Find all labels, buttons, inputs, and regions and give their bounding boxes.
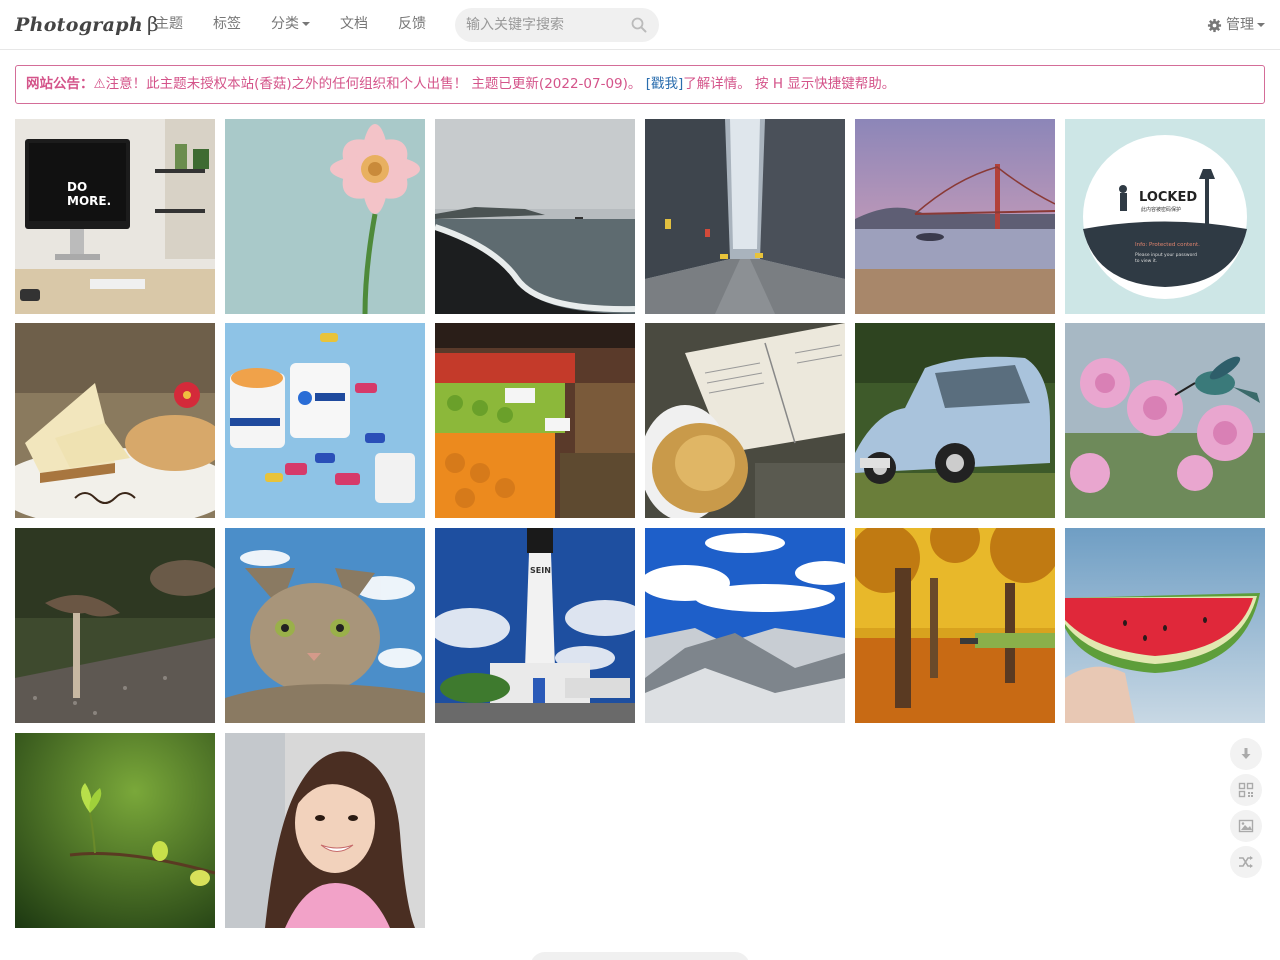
gear-icon xyxy=(1207,18,1222,32)
photo-lighthouse: SEIN xyxy=(435,528,635,723)
chevron-down-icon xyxy=(302,22,310,26)
pagination-loader[interactable] xyxy=(530,952,750,960)
photo-tile-watermelon[interactable] xyxy=(1065,528,1265,723)
photo-tile-desk-workspace[interactable]: DO MORE. xyxy=(15,119,215,314)
nav-item-docs[interactable]: 文档 xyxy=(325,0,383,50)
photo-cat xyxy=(225,528,425,723)
photo-mushroom xyxy=(15,528,215,723)
photo-snowy-mountains xyxy=(645,528,845,723)
svg-text:DO: DO xyxy=(67,180,87,194)
photo-tile-pink-gerbera[interactable] xyxy=(225,119,425,314)
locked-subtitle: 此内容被密码保护 xyxy=(1141,206,1181,213)
locked-hint-1: Please input your password xyxy=(1135,252,1197,258)
main-nav: 主题 标签 分类 文档 反馈 xyxy=(140,0,441,50)
admin-menu[interactable]: 管理 xyxy=(1207,0,1265,50)
search-icon[interactable] xyxy=(630,16,648,34)
photo-open-book-bread xyxy=(645,323,845,518)
search-input[interactable] xyxy=(455,8,625,42)
photo-igashop-mugs xyxy=(225,323,425,518)
chevron-down-icon xyxy=(1257,23,1265,27)
photo-fruit-market xyxy=(435,323,635,518)
photo-tile-cheesecake[interactable] xyxy=(15,323,215,518)
admin-label: 管理 xyxy=(1226,17,1254,33)
photo-locked-post: LOCKED 此内容被密码保护 Info: Protected content.… xyxy=(1065,119,1265,314)
nav-item-tags[interactable]: 标签 xyxy=(198,0,256,50)
image-button[interactable] xyxy=(1230,810,1262,842)
photo-hummingbird-flowers xyxy=(1065,323,1265,518)
photo-desk-workspace: DO MORE. xyxy=(15,119,215,314)
photo-tile-lighthouse[interactable]: SEIN xyxy=(435,528,635,723)
locked-hint-2: to view it. xyxy=(1135,258,1157,264)
locked-info: Info: Protected content. xyxy=(1135,242,1200,248)
download-button[interactable] xyxy=(1230,738,1262,770)
nav-label: 分类 xyxy=(271,16,299,32)
announcement-prefix: 网站公告： xyxy=(26,76,94,92)
photo-tile-vintage-car[interactable] xyxy=(855,323,1055,518)
photo-tile-mushroom[interactable] xyxy=(15,528,215,723)
photo-smiling-girl xyxy=(225,733,425,928)
locked-title: LOCKED xyxy=(1139,190,1197,205)
nav-item-categories[interactable]: 分类 xyxy=(256,0,325,50)
qrcode-icon xyxy=(1238,782,1254,798)
search-box xyxy=(455,8,659,42)
nav-label: 主题 xyxy=(155,16,183,32)
download-icon xyxy=(1241,748,1251,759)
photo-green-sprout xyxy=(15,733,215,928)
photo-tile-black-sand-beach[interactable] xyxy=(435,119,635,314)
photo-tile-hummingbird-flowers[interactable] xyxy=(1065,323,1265,518)
photo-vintage-car xyxy=(855,323,1055,518)
announcement-text: ⚠注意！此主题未授权本站(香菇)之外的任何组织和个人出售！ 主题已更新(2022… xyxy=(93,76,646,92)
photo-tile-city-street[interactable] xyxy=(645,119,845,314)
announcement-link[interactable]: [戳我] xyxy=(646,76,684,92)
qrcode-button[interactable] xyxy=(1230,774,1262,806)
top-navbar: Photographβ 主题 标签 分类 文档 反馈 管理 xyxy=(0,0,1280,50)
photo-tile-autumn-park[interactable] xyxy=(855,528,1055,723)
shuffle-button[interactable] xyxy=(1230,846,1262,878)
photo-golden-gate-bridge xyxy=(855,119,1055,314)
nav-item-topics[interactable]: 主题 xyxy=(140,0,198,50)
brand-name: Photograph xyxy=(15,14,143,36)
photo-tile-igashop-mugs[interactable] xyxy=(225,323,425,518)
photo-pink-gerbera xyxy=(225,119,425,314)
photo-cheesecake xyxy=(15,323,215,518)
photo-tile-cat[interactable] xyxy=(225,528,425,723)
nav-label: 标签 xyxy=(213,16,241,32)
photo-city-street xyxy=(645,119,845,314)
shuffle-icon xyxy=(1239,856,1253,868)
svg-text:MORE.: MORE. xyxy=(67,194,111,208)
photo-tile-snowy-mountains[interactable] xyxy=(645,528,845,723)
photo-black-sand-beach xyxy=(435,119,635,314)
photo-tile-golden-gate-bridge[interactable] xyxy=(855,119,1055,314)
photo-tile-locked-post[interactable]: LOCKED 此内容被密码保护 Info: Protected content.… xyxy=(1065,119,1265,314)
image-icon xyxy=(1238,819,1254,833)
announcement-suffix: 了解详情。 按 H 显示快捷键帮助。 xyxy=(683,76,896,92)
nav-label: 反馈 xyxy=(398,16,426,32)
nav-label: 文档 xyxy=(340,16,368,32)
photo-autumn-park xyxy=(855,528,1055,723)
photo-tile-fruit-market[interactable] xyxy=(435,323,635,518)
photo-tile-green-sprout[interactable] xyxy=(15,733,215,928)
photo-watermelon xyxy=(1065,528,1265,723)
photo-tile-smiling-girl[interactable] xyxy=(225,733,425,928)
photo-tile-open-book-bread[interactable] xyxy=(645,323,845,518)
site-logo[interactable]: Photograph β xyxy=(15,12,159,36)
site-announcement: 网站公告：⚠注意！此主题未授权本站(香菇)之外的任何组织和个人出售！ 主题已更新… xyxy=(15,65,1265,104)
nav-item-feedback[interactable]: 反馈 xyxy=(383,0,441,50)
svg-text:SEIN: SEIN xyxy=(530,566,551,575)
